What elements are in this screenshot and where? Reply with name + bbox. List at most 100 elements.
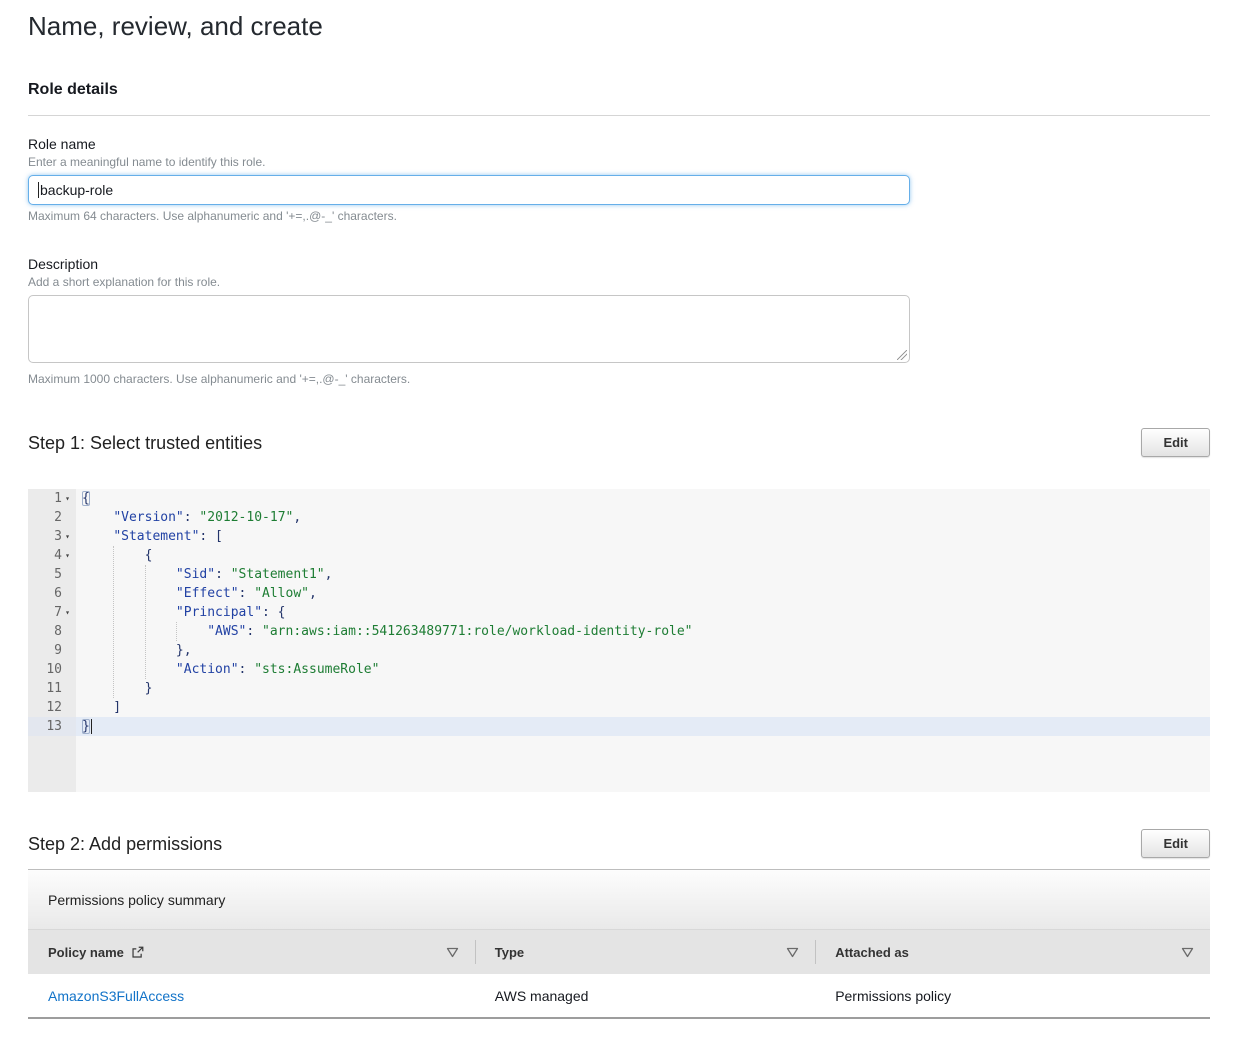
code-segment: ]: [82, 700, 121, 715]
code-line[interactable]: 10 "Action": "sts:AssumeRole": [28, 660, 1210, 679]
line-number: 6: [28, 584, 76, 603]
step1-header-row: Step 1: Select trusted entities Edit: [28, 428, 1210, 457]
line-number: 9: [28, 641, 76, 660]
editor-lines: 1▾ {2 "Version": "2012-10-17",3▾ "Stateme…: [28, 489, 1210, 736]
code-line[interactable]: 5 "Sid": "Statement1",: [28, 565, 1210, 584]
trust-policy-editor[interactable]: 1▾ {2 "Version": "2012-10-17",3▾ "Stateme…: [28, 489, 1210, 792]
code-segment: "Statement": [113, 529, 199, 544]
code-line[interactable]: 1▾ {: [28, 489, 1210, 508]
line-number: 8: [28, 622, 76, 641]
fold-arrow-icon[interactable]: ▾: [62, 527, 73, 546]
step1-edit-button[interactable]: Edit: [1141, 428, 1210, 457]
code-line[interactable]: 3▾ "Statement": [: [28, 527, 1210, 546]
role-name-input[interactable]: backup-role: [28, 175, 910, 205]
column-header-policy-name[interactable]: Policy name: [28, 930, 475, 974]
code-line[interactable]: 13}: [28, 717, 1210, 736]
line-number: 10: [28, 660, 76, 679]
code-segment: :: [239, 586, 255, 601]
filter-icon[interactable]: [446, 947, 459, 958]
code-line[interactable]: 11 }: [28, 679, 1210, 698]
code-segment: "Effect": [176, 586, 239, 601]
permissions-summary-panel: Permissions policy summary Policy name Ty…: [28, 869, 1210, 1019]
policy-table-body: AmazonS3FullAccessAWS managedPermissions…: [28, 974, 1210, 1019]
line-number: 1▾: [28, 489, 76, 508]
code-text: "Statement": [: [76, 527, 1210, 546]
external-link-icon: [131, 946, 144, 959]
column-header-label: Attached as: [835, 945, 909, 960]
name-review-create-page: Name, review, and create Role details Ro…: [0, 0, 1242, 1039]
code-segment: : [: [199, 529, 222, 544]
code-segment: "Statement1": [231, 567, 325, 582]
divider: [28, 115, 1210, 116]
description-help: Add a short explanation for this role.: [28, 275, 1210, 289]
code-text: "Sid": "Statement1",: [76, 565, 1210, 584]
filter-icon[interactable]: [786, 947, 799, 958]
code-segment: ,: [293, 510, 301, 525]
step2-header-row: Step 2: Add permissions Edit: [28, 829, 1210, 858]
code-text: "Effect": "Allow",: [76, 584, 1210, 603]
role-name-label: Role name: [28, 136, 1210, 153]
column-header-attached-as[interactable]: Attached as: [815, 930, 1210, 974]
role-name-field: Role name Enter a meaningful name to ide…: [28, 136, 1210, 223]
code-segment: :: [239, 662, 255, 677]
role-name-help: Enter a meaningful name to identify this…: [28, 155, 1210, 169]
code-text: ]: [76, 698, 1210, 717]
code-line[interactable]: 6 "Effect": "Allow",: [28, 584, 1210, 603]
line-number: 4▾: [28, 546, 76, 565]
code-line[interactable]: 4▾ {: [28, 546, 1210, 565]
code-segment: "Allow": [254, 586, 309, 601]
code-segment: }: [82, 719, 90, 734]
code-segment: "Version": [113, 510, 183, 525]
code-line[interactable]: 9 },: [28, 641, 1210, 660]
column-header-type[interactable]: Type: [475, 930, 815, 974]
editor-cursor: [91, 719, 92, 734]
policy-table-row: AmazonS3FullAccessAWS managedPermissions…: [28, 974, 1210, 1019]
code-segment: "Principal": [176, 605, 262, 620]
filter-icon[interactable]: [1181, 947, 1194, 958]
code-segment: }: [82, 681, 152, 696]
code-segment: [82, 624, 207, 639]
code-line[interactable]: 12 ]: [28, 698, 1210, 717]
line-number: 5: [28, 565, 76, 584]
code-segment: ,: [309, 586, 317, 601]
step1-heading: Step 1: Select trusted entities: [28, 431, 262, 455]
fold-arrow-icon[interactable]: ▾: [62, 546, 73, 565]
text-caret: [38, 182, 39, 198]
code-segment: [82, 586, 176, 601]
code-segment: [82, 529, 113, 544]
code-segment: [82, 510, 113, 525]
code-segment: {: [82, 491, 90, 506]
policy-attached-as-cell: Permissions policy: [815, 974, 1210, 1017]
line-number: 12: [28, 698, 76, 717]
page-title: Name, review, and create: [28, 10, 1210, 42]
description-textarea[interactable]: [28, 295, 910, 363]
permissions-panel-title: Permissions policy summary: [28, 870, 1210, 930]
code-text: "Action": "sts:AssumeRole": [76, 660, 1210, 679]
code-text: "Principal": {: [76, 603, 1210, 622]
code-line[interactable]: 7▾ "Principal": {: [28, 603, 1210, 622]
code-text: }: [76, 717, 1210, 736]
code-segment: },: [82, 643, 192, 658]
code-line[interactable]: 8 "AWS": "arn:aws:iam::541263489771:role…: [28, 622, 1210, 641]
line-number: 7▾: [28, 603, 76, 622]
step2-heading: Step 2: Add permissions: [28, 832, 222, 856]
code-segment: [82, 662, 176, 677]
code-line[interactable]: 2 "Version": "2012-10-17",: [28, 508, 1210, 527]
code-segment: ,: [325, 567, 333, 582]
code-text: }: [76, 679, 1210, 698]
code-segment: {: [82, 548, 152, 563]
role-details-heading: Role details: [28, 80, 1210, 100]
code-segment: :: [184, 510, 200, 525]
code-segment: [82, 605, 176, 620]
code-segment: "AWS": [207, 624, 246, 639]
fold-arrow-icon[interactable]: ▾: [62, 603, 73, 622]
code-segment: "2012-10-17": [199, 510, 293, 525]
code-segment: "Sid": [176, 567, 215, 582]
code-segment: [82, 567, 176, 582]
policy-name-link[interactable]: AmazonS3FullAccess: [48, 988, 184, 1004]
resize-handle-icon[interactable]: [897, 350, 907, 360]
code-segment: "arn:aws:iam::541263489771:role/workload…: [262, 624, 692, 639]
column-header-label: Type: [495, 945, 524, 960]
step2-edit-button[interactable]: Edit: [1141, 829, 1210, 858]
fold-arrow-icon[interactable]: ▾: [62, 489, 73, 508]
